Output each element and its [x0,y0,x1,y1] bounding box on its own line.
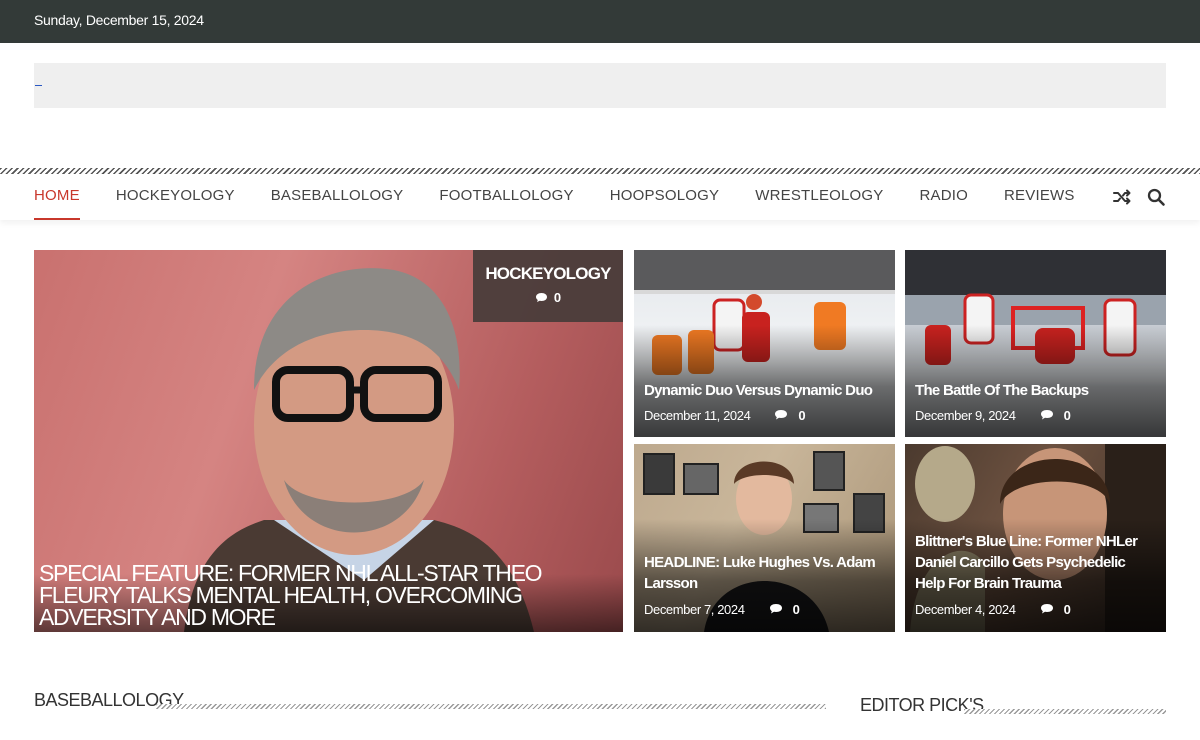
comments-icon [769,604,782,614]
comments-icon [535,292,547,302]
comment-count: 0 [798,408,806,423]
section-divider [964,709,1166,714]
article-date: December 7, 2024 [644,602,745,617]
article-title[interactable]: Dynamic Duo Versus Dynamic Duo [644,380,885,401]
featured-category[interactable]: HOCKEYOLOGY [473,264,623,284]
nav-item-radio[interactable]: RADIO [920,174,969,220]
featured-comments[interactable]: 0 [473,290,623,305]
article-date: December 4, 2024 [915,602,1016,617]
comments-icon [775,410,788,420]
comment-count: 0 [792,602,800,617]
ad-banner[interactable] [34,63,1166,108]
nav-item-footballology[interactable]: FOOTBALLOLOGY [439,174,573,220]
article-title[interactable]: Blittner's Blue Line: Former NHLer Danie… [915,531,1156,594]
featured-category-box[interactable]: HOCKEYOLOGY 0 [473,250,623,322]
comment-count: 0 [1063,602,1071,617]
comment-count: 0 [553,290,562,305]
comments-icon [1040,604,1053,614]
article-comments[interactable]: 0 [1040,408,1071,423]
featured-article[interactable]: HOCKEYOLOGY 0 SPECIAL FEATURE: FORMER NH… [34,250,623,632]
top-bar: Sunday, December 15, 2024 [0,0,1200,43]
search-icon[interactable] [1146,187,1166,207]
main-nav: HOME HOCKEYOLOGY BASEBALLOLOGY FOOTBALLO… [0,174,1200,220]
article-date: December 9, 2024 [915,408,1016,423]
featured-title[interactable]: SPECIAL FEATURE: FORMER NHL ALL-STAR THE… [39,562,603,629]
article-tile[interactable]: HEADLINE: Luke Hughes Vs. Adam Larsson D… [634,444,895,632]
article-tile[interactable]: The Battle Of The Backups December 9, 20… [905,250,1166,437]
nav-item-home[interactable]: HOME [34,174,80,220]
article-title[interactable]: The Battle Of The Backups [915,380,1156,401]
nav-item-wrestleology[interactable]: WRESTLEOLOGY [755,174,883,220]
section-divider [156,704,826,709]
nav-item-baseballology[interactable]: BASEBALLOLOGY [271,174,404,220]
article-date: December 11, 2024 [644,408,751,423]
article-tile[interactable]: Dynamic Duo Versus Dynamic Duo December … [634,250,895,437]
article-comments[interactable]: 0 [1040,602,1071,617]
nav-item-hockeyology[interactable]: HOCKEYOLOGY [116,174,235,220]
ad-link[interactable] [35,85,42,86]
comments-icon [1040,410,1053,420]
article-comments[interactable]: 0 [774,408,806,423]
nav-item-reviews[interactable]: REVIEWS [1004,174,1075,220]
current-date: Sunday, December 15, 2024 [34,12,204,28]
comment-count: 0 [1063,408,1071,423]
nav-item-hoopsology[interactable]: HOOPSOLOGY [610,174,720,220]
article-comments[interactable]: 0 [769,602,800,617]
shuffle-icon[interactable] [1112,187,1132,207]
article-title[interactable]: HEADLINE: Luke Hughes Vs. Adam Larsson [644,552,885,594]
article-tile[interactable]: Blittner's Blue Line: Former NHLer Danie… [905,444,1166,632]
